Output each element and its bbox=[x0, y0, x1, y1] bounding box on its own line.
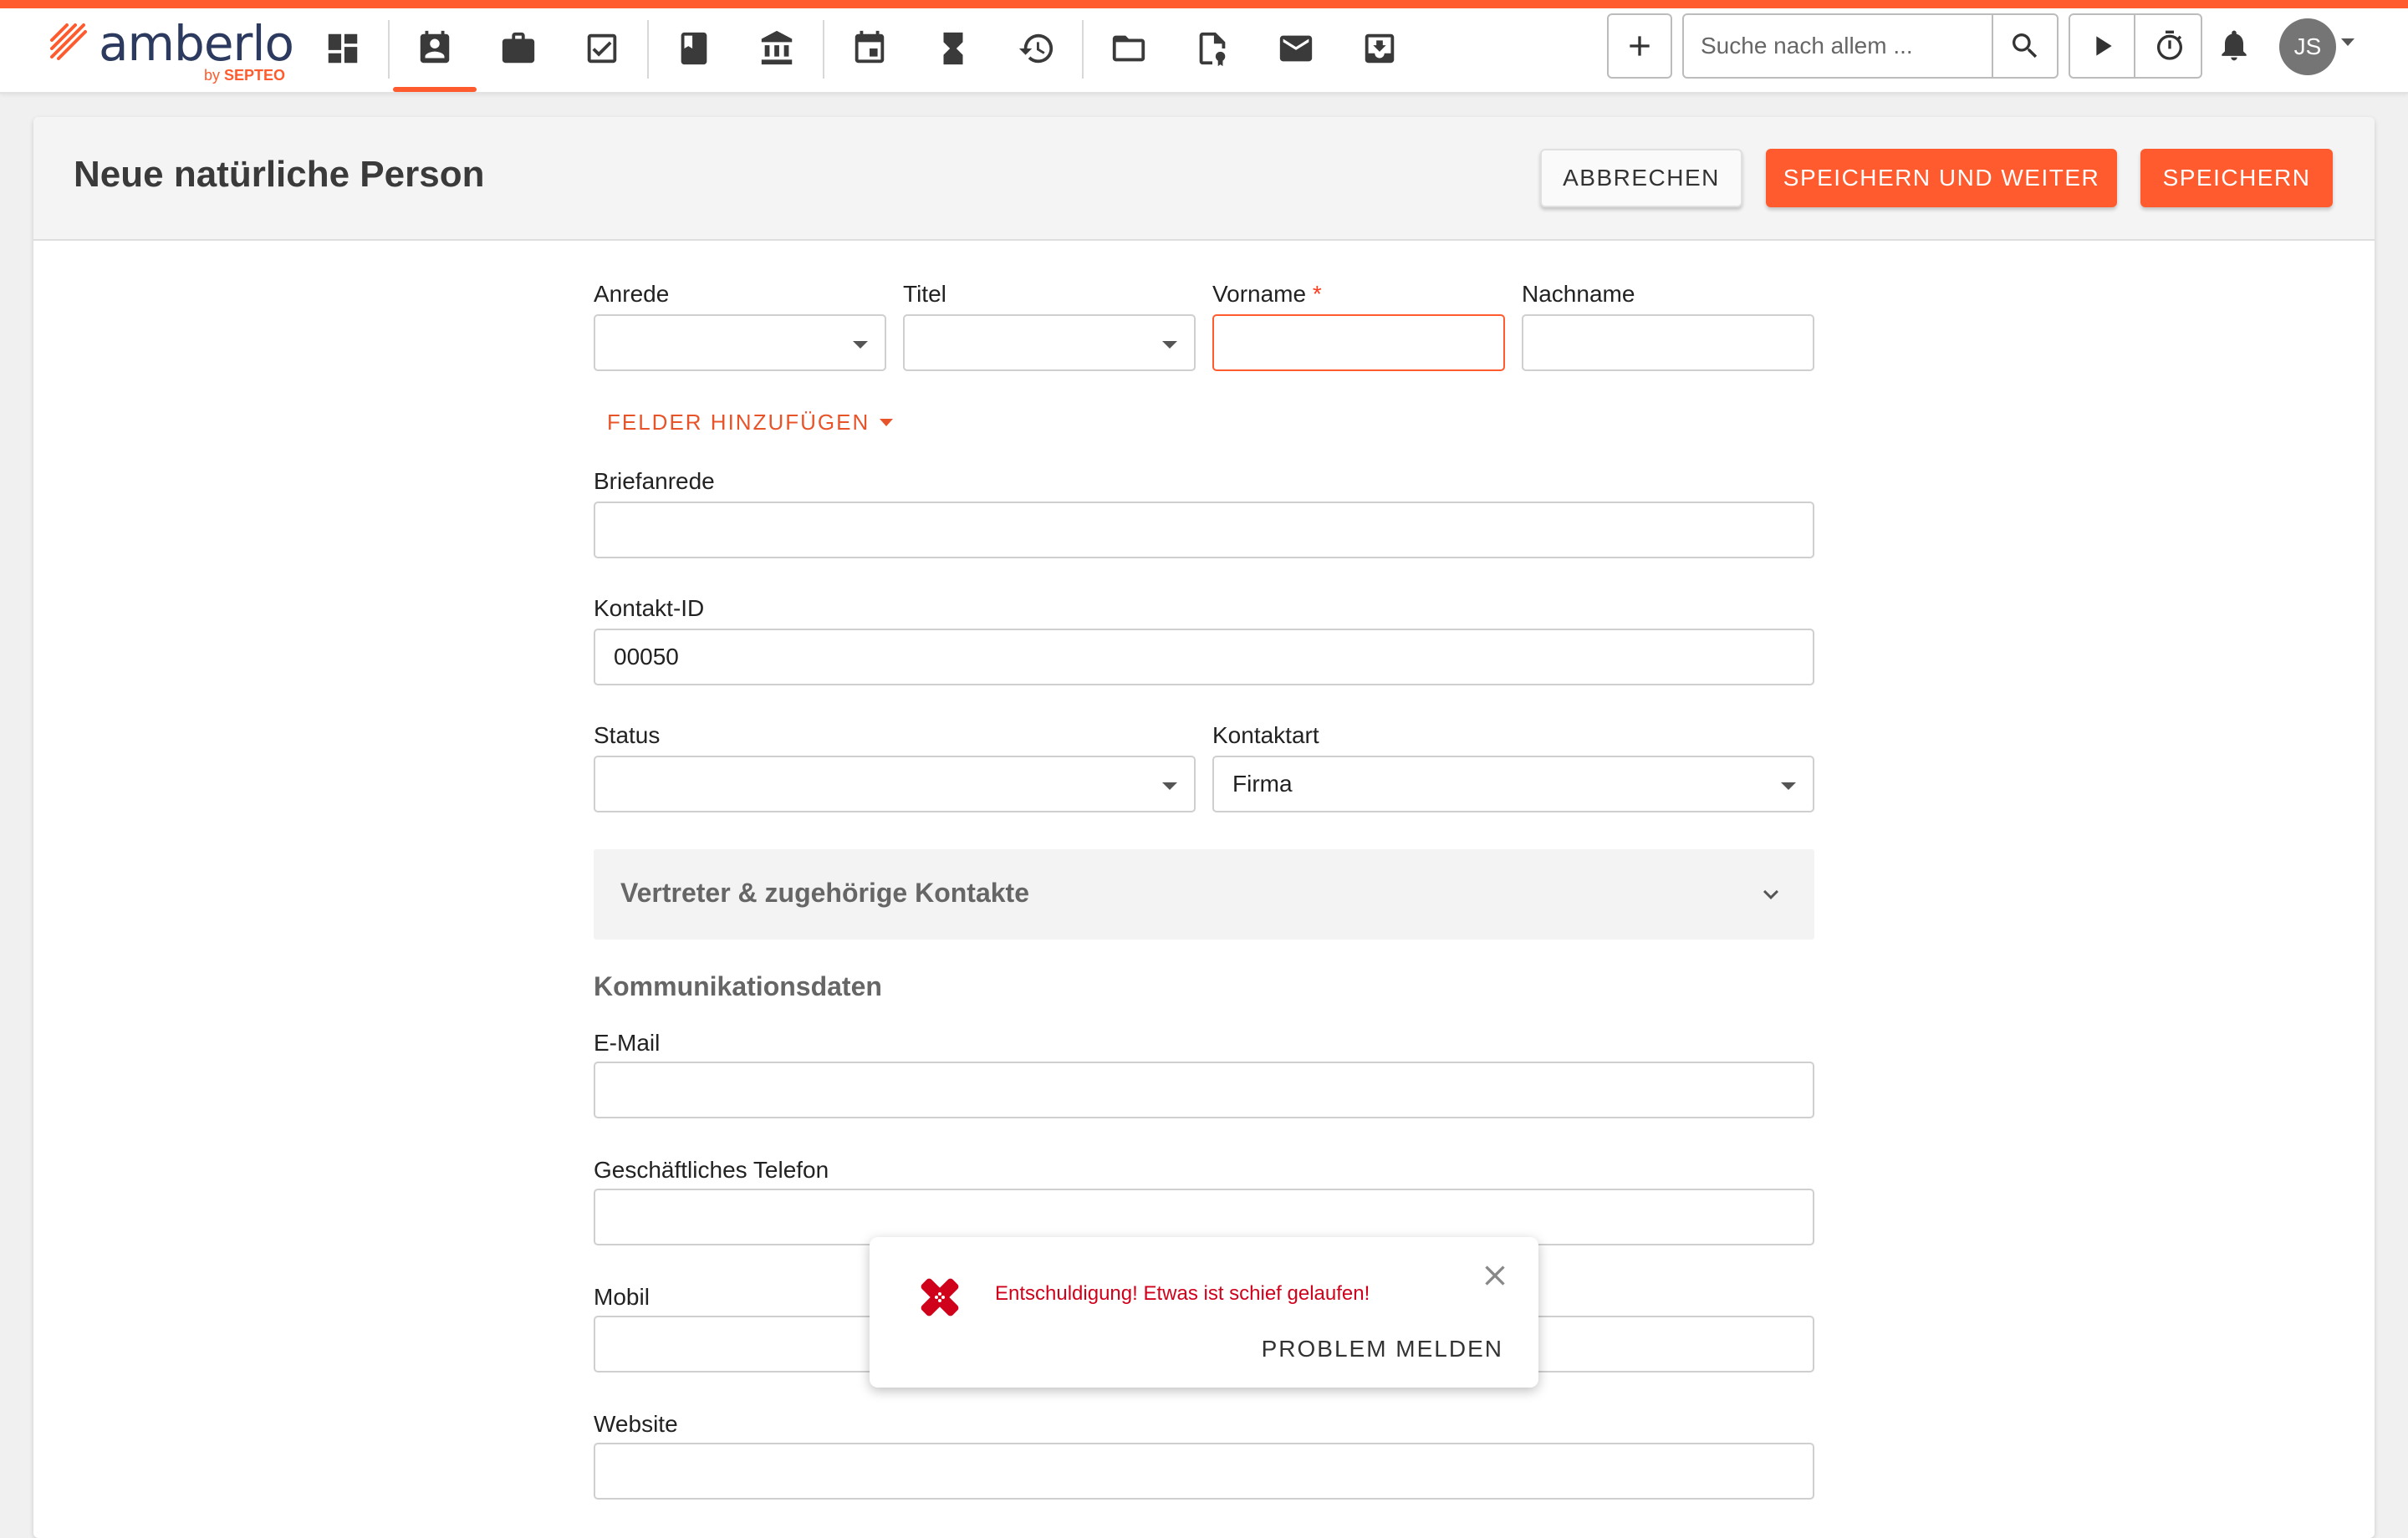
top-navbar: amberlo by SEPTEO Suche nach allem ... J… bbox=[0, 8, 2408, 94]
briefanrede-field[interactable] bbox=[594, 502, 1814, 558]
email-label: E-Mail bbox=[594, 1030, 661, 1056]
nav-separator bbox=[823, 20, 824, 79]
dashboard-icon[interactable] bbox=[318, 23, 368, 74]
logo-by-text: by bbox=[204, 67, 221, 84]
titel-select[interactable] bbox=[903, 314, 1196, 371]
top-accent-stripe bbox=[0, 0, 2408, 8]
status-label: Status bbox=[594, 722, 661, 748]
nachname-label: Nachname bbox=[1522, 281, 1635, 307]
kontakt-id-value: 00050 bbox=[614, 644, 679, 670]
logo-brand-text: SEPTEO bbox=[224, 67, 286, 84]
contacts-icon[interactable] bbox=[410, 23, 460, 74]
nav-separator bbox=[647, 20, 649, 79]
save-button[interactable]: SPEICHERN bbox=[2140, 149, 2333, 207]
add-new-button[interactable] bbox=[1607, 13, 1672, 79]
user-menu-caret-icon[interactable] bbox=[2341, 38, 2354, 46]
accordion-title: Vertreter & zugehörige Kontakte bbox=[620, 878, 1029, 908]
mail-icon[interactable] bbox=[1271, 23, 1321, 74]
nav-separator bbox=[1082, 20, 1084, 79]
vorname-field[interactable] bbox=[1212, 314, 1505, 371]
report-problem-button[interactable]: PROBLEM MELDEN bbox=[1262, 1336, 1503, 1362]
website-label: Website bbox=[594, 1411, 678, 1437]
titel-label: Titel bbox=[903, 281, 946, 307]
chevron-down-icon bbox=[1162, 782, 1177, 790]
folder-icon[interactable] bbox=[1104, 23, 1154, 74]
nav-separator bbox=[388, 20, 390, 79]
start-timer-button[interactable] bbox=[2070, 15, 2135, 77]
business-phone-label: Geschäftliches Telefon bbox=[594, 1157, 829, 1183]
kontaktart-value: Firma bbox=[1232, 771, 1293, 797]
communication-section-title: Kommunikationsdaten bbox=[594, 971, 882, 1001]
user-avatar[interactable]: JS bbox=[2279, 18, 2336, 75]
notebook-icon[interactable] bbox=[669, 23, 719, 74]
caret-down-icon bbox=[880, 419, 894, 426]
bank-icon[interactable] bbox=[752, 23, 803, 74]
stopwatch-button[interactable] bbox=[2137, 15, 2202, 77]
cancel-button[interactable]: ABBRECHEN bbox=[1540, 149, 1742, 207]
chevron-down-icon bbox=[1162, 341, 1177, 349]
briefanrede-label: Briefanrede bbox=[594, 468, 715, 494]
anrede-select[interactable] bbox=[594, 314, 886, 371]
search-icon bbox=[2013, 33, 2038, 59]
search-button[interactable] bbox=[1992, 15, 2057, 77]
global-search bbox=[1682, 13, 2059, 79]
amberlo-logo[interactable]: amberlo by SEPTEO bbox=[48, 13, 294, 85]
logo-slashes-icon bbox=[50, 23, 87, 60]
nav-active-indicator bbox=[393, 87, 477, 92]
timer-controls bbox=[2069, 13, 2202, 79]
chevron-down-icon bbox=[1781, 782, 1796, 790]
kontaktart-select[interactable]: Firma bbox=[1212, 756, 1814, 812]
document-stamp-icon[interactable] bbox=[1187, 23, 1237, 74]
logo-byline: by SEPTEO bbox=[204, 67, 285, 84]
inbox-download-icon[interactable] bbox=[1354, 23, 1405, 74]
page-title: Neue natürliche Person bbox=[74, 154, 485, 195]
chevron-down-icon bbox=[853, 341, 868, 349]
logo-wordmark: amberlo bbox=[99, 15, 294, 72]
anrede-label: Anrede bbox=[594, 281, 670, 307]
required-marker: * bbox=[1312, 281, 1322, 307]
matters-briefcase-icon[interactable] bbox=[493, 23, 543, 74]
vorname-label: Vorname * bbox=[1212, 281, 1322, 308]
error-toast: Entschuldigung! Etwas ist schief gelaufe… bbox=[870, 1237, 1538, 1388]
website-field[interactable] bbox=[594, 1443, 1814, 1500]
plus-icon bbox=[1630, 36, 1650, 56]
save-and-next-button[interactable]: SPEICHERN UND WEITER bbox=[1766, 149, 2117, 207]
email-field[interactable] bbox=[594, 1062, 1814, 1118]
toast-message: Entschuldigung! Etwas ist schief gelaufe… bbox=[995, 1282, 1370, 1305]
calendar-icon[interactable] bbox=[844, 23, 895, 74]
kontakt-id-field[interactable]: 00050 bbox=[594, 629, 1814, 685]
play-icon bbox=[2096, 36, 2112, 56]
notifications-bell-icon[interactable] bbox=[2212, 23, 2256, 67]
kontaktart-label: Kontaktart bbox=[1212, 722, 1319, 748]
nachname-field[interactable] bbox=[1522, 314, 1814, 371]
representatives-accordion[interactable]: Vertreter & zugehörige Kontakte bbox=[594, 849, 1814, 940]
billing-history-icon[interactable] bbox=[1012, 23, 1062, 74]
kontakt-id-label: Kontakt-ID bbox=[594, 595, 705, 621]
close-icon[interactable] bbox=[1478, 1259, 1512, 1292]
hourglass-icon[interactable] bbox=[928, 23, 978, 74]
bandage-error-icon bbox=[921, 1278, 959, 1316]
stopwatch-icon bbox=[2157, 30, 2182, 60]
add-fields-button[interactable]: FELDER HINZUFÜGEN bbox=[607, 410, 894, 435]
status-select[interactable] bbox=[594, 756, 1196, 812]
form-header: Neue natürliche Person ABBRECHEN SPEICHE… bbox=[33, 117, 2375, 241]
vorname-label-text: Vorname bbox=[1212, 281, 1307, 307]
tasks-icon[interactable] bbox=[577, 23, 627, 74]
add-fields-label: FELDER HINZUFÜGEN bbox=[607, 410, 870, 435]
mobile-label: Mobil bbox=[594, 1284, 650, 1310]
chevron-down-icon bbox=[1763, 889, 1778, 899]
search-input[interactable] bbox=[1684, 15, 1993, 77]
